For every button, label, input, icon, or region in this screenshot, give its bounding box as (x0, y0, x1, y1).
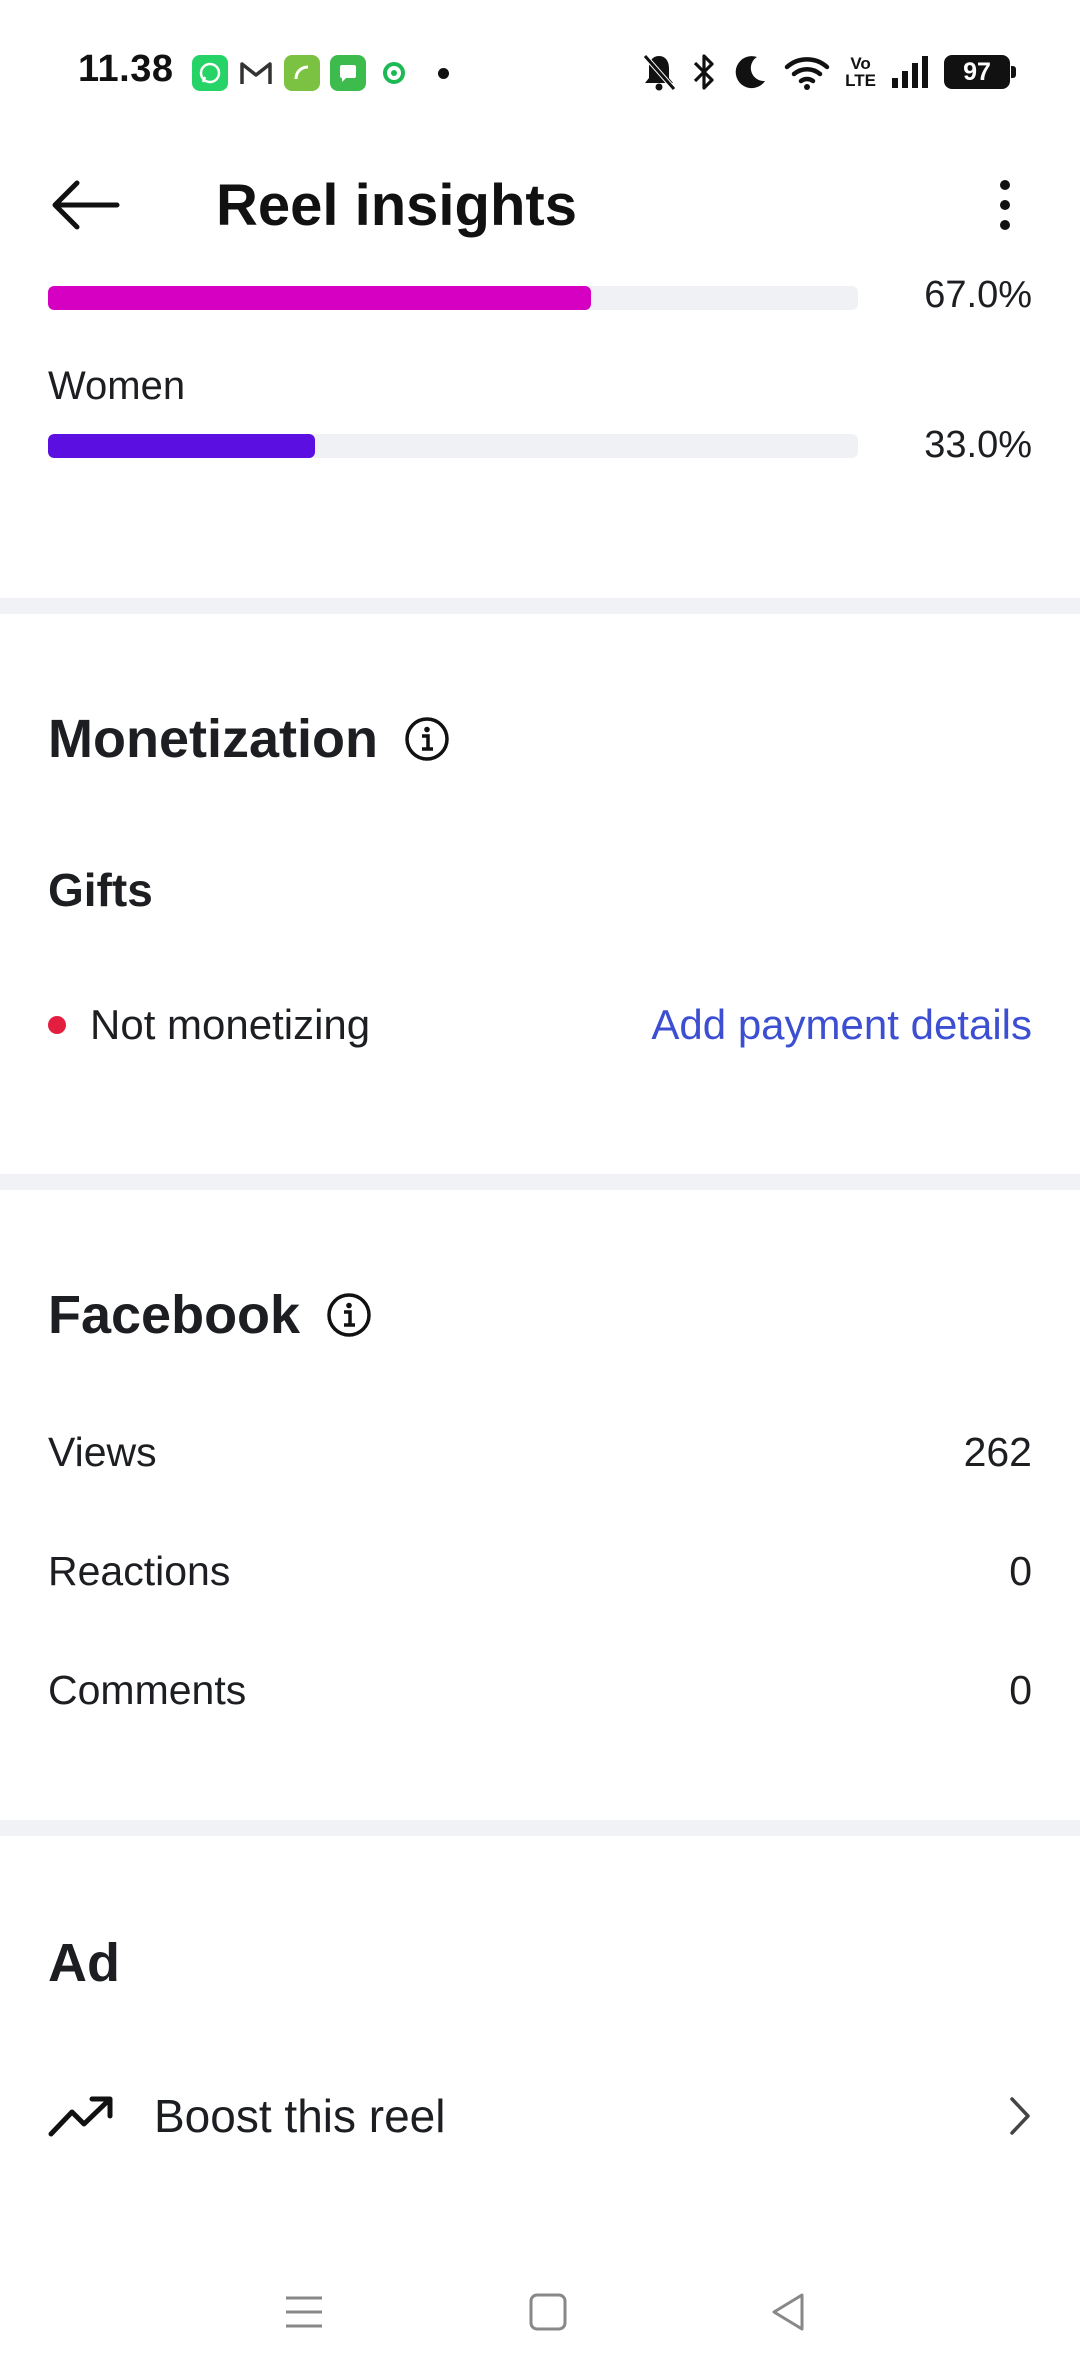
women-bar-fill (48, 434, 316, 458)
battery-indicator: 97 (944, 55, 1016, 89)
status-bar: 11.38 Vo LTE 97 (0, 0, 1080, 142)
volte-label: Vo LTE (845, 54, 876, 90)
monetization-title-text: Monetization (48, 709, 378, 769)
info-icon[interactable] (404, 716, 450, 762)
app-notification-icon (284, 55, 320, 91)
location-icon (376, 55, 412, 91)
square-home-icon (529, 2293, 567, 2331)
recent-apps-button[interactable] (264, 2272, 344, 2352)
metric-label: Comments (48, 1666, 247, 1713)
add-payment-details-link[interactable]: Add payment details (651, 1001, 1032, 1049)
monetization-status-row: Not monetizing Add payment details (48, 995, 1032, 1055)
women-percent: 33.0% (924, 424, 1032, 466)
boost-reel-label: Boost this reel (154, 2090, 446, 2142)
wifi-icon (784, 57, 830, 90)
section-divider (0, 1174, 1080, 1190)
gender-row-women: Women 33.0% (48, 364, 1032, 484)
section-divider (0, 598, 1080, 614)
metric-label: Views (48, 1428, 157, 1475)
menu-icon (286, 2296, 322, 2328)
metric-row-comments: Comments 0 (48, 1660, 1032, 1720)
men-percent: 67.0% (924, 274, 1032, 316)
back-button[interactable] (40, 170, 130, 240)
system-navigation-bar (0, 2250, 1080, 2374)
women-label: Women (48, 364, 186, 408)
gender-row-men: 67.0% (48, 268, 1032, 328)
metric-value: 0 (1009, 1666, 1032, 1713)
do-not-disturb-moon-icon (735, 56, 766, 89)
chevron-right-icon (992, 2091, 1032, 2141)
messages-icon (330, 55, 366, 91)
monetization-title: Monetization (48, 708, 450, 770)
ad-title: Ad (48, 1932, 120, 1994)
status-time: 11.38 (78, 48, 174, 90)
metric-label: Reactions (48, 1547, 231, 1594)
status-dot (48, 1016, 66, 1034)
ad-title-text: Ad (48, 1933, 120, 1993)
gifts-title: Gifts (48, 864, 153, 916)
men-bar-track (48, 286, 858, 310)
more-notifications-dot (438, 67, 449, 79)
more-vertical-icon (1000, 180, 1010, 230)
metric-row-reactions: Reactions 0 (48, 1541, 1032, 1601)
whatsapp-icon (192, 55, 228, 91)
back-arrow-icon (52, 180, 120, 230)
men-bar-fill (48, 286, 591, 310)
bluetooth-icon (694, 54, 714, 90)
more-options-button[interactable] (970, 170, 1040, 240)
triangle-back-icon (772, 2293, 804, 2331)
gmail-icon (238, 55, 274, 91)
facebook-title-text: Facebook (48, 1285, 301, 1345)
monetization-status: Not monetizing (90, 1001, 371, 1048)
women-bar-track (48, 434, 858, 458)
page-title: Reel insights (216, 173, 577, 238)
boost-reel-button[interactable]: Boost this reel (48, 2061, 1032, 2171)
notification-icons (192, 54, 449, 92)
metric-value: 262 (963, 1428, 1032, 1475)
cellular-signal-icon (892, 56, 928, 88)
back-nav-button[interactable] (748, 2272, 828, 2352)
trending-up-icon (48, 2091, 118, 2141)
metric-value: 0 (1009, 1547, 1032, 1594)
system-icons: Vo LTE 97 (641, 50, 1016, 94)
metric-row-views: Views 262 (48, 1422, 1032, 1482)
info-icon[interactable] (326, 1292, 372, 1338)
facebook-title: Facebook (48, 1284, 372, 1346)
mute-icon (643, 54, 677, 91)
app-header: Reel insights (0, 142, 1080, 268)
section-divider (0, 1820, 1080, 1836)
home-button[interactable] (508, 2272, 588, 2352)
